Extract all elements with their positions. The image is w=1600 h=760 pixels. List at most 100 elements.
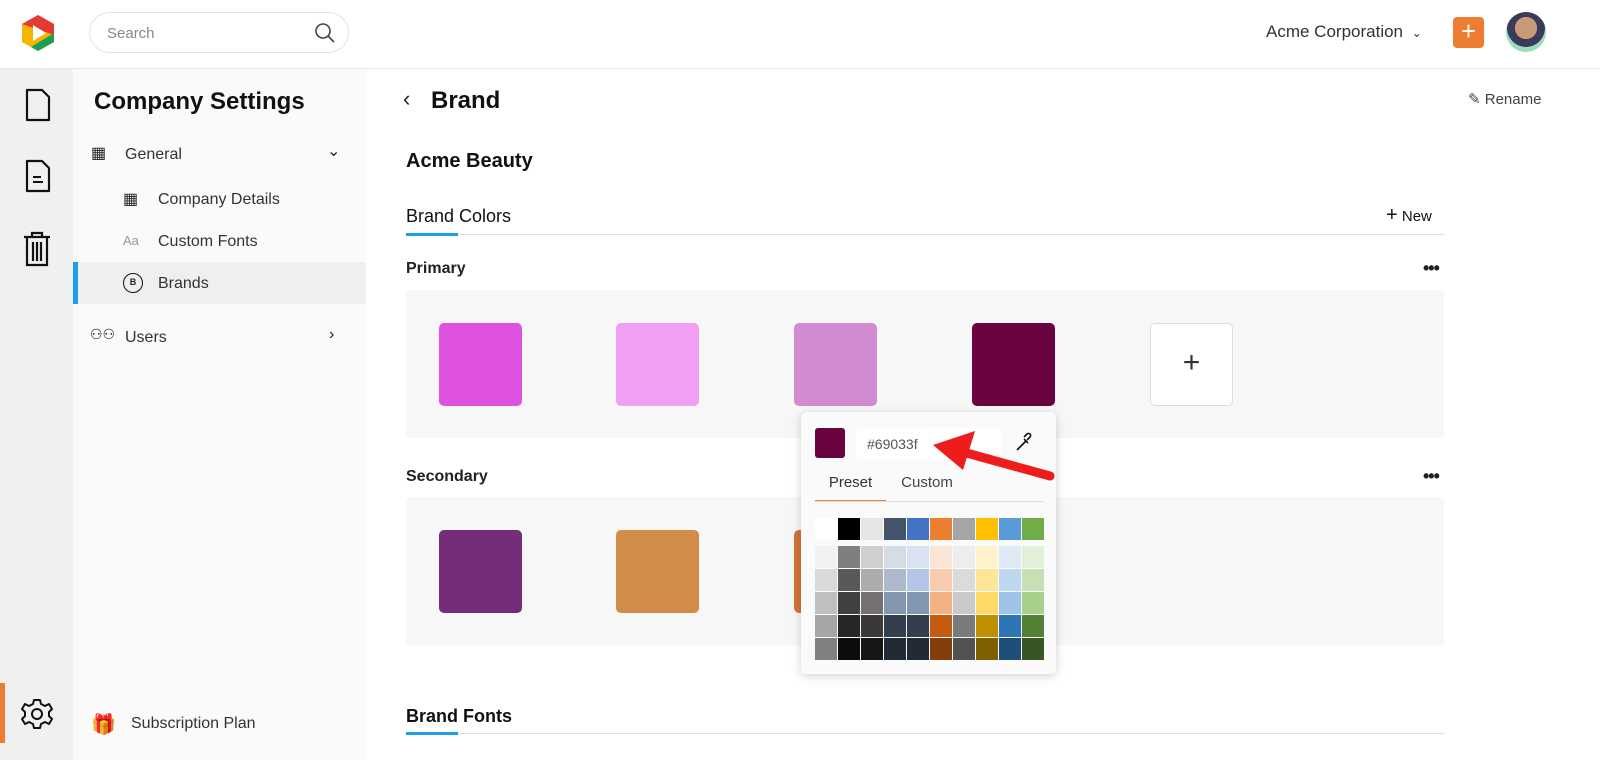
palette-shade[interactable] xyxy=(1022,615,1044,637)
palette-shade[interactable] xyxy=(930,638,952,660)
palette-shade[interactable] xyxy=(815,569,837,591)
palette-shade[interactable] xyxy=(976,615,998,637)
document-icon[interactable] xyxy=(24,88,52,122)
palette-shade[interactable] xyxy=(953,638,975,660)
palette-shade[interactable] xyxy=(907,546,929,568)
palette-color[interactable] xyxy=(907,518,929,540)
more-options-icon[interactable]: ••• xyxy=(1423,258,1440,279)
trash-icon[interactable] xyxy=(22,231,52,267)
search-input[interactable]: Search xyxy=(89,12,349,53)
settings-nav[interactable] xyxy=(0,683,73,743)
palette-shade[interactable] xyxy=(999,615,1021,637)
palette-shade[interactable] xyxy=(999,569,1021,591)
palette-shade[interactable] xyxy=(930,592,952,614)
avatar[interactable] xyxy=(1506,12,1546,52)
palette-shade[interactable] xyxy=(838,615,860,637)
palette-color[interactable] xyxy=(953,518,975,540)
palette-shade[interactable] xyxy=(907,615,929,637)
color-swatch[interactable] xyxy=(616,530,699,613)
palette-shade[interactable] xyxy=(907,638,929,660)
settings-sidebar: Company Settings ▦ General ⌄ ▦ Company D… xyxy=(73,69,366,760)
palette-shade[interactable] xyxy=(815,592,837,614)
palette-shade[interactable] xyxy=(861,638,883,660)
plus-icon: + xyxy=(1460,16,1477,46)
gift-icon: 🎁 xyxy=(91,714,116,736)
back-chevron-icon[interactable]: ‹ xyxy=(403,86,410,112)
palette-color[interactable] xyxy=(861,518,883,540)
palette-shade[interactable] xyxy=(976,592,998,614)
palette-shade[interactable] xyxy=(884,592,906,614)
palette-shade[interactable] xyxy=(861,615,883,637)
color-swatch[interactable] xyxy=(439,530,522,613)
template-icon[interactable] xyxy=(24,159,52,193)
palette-shade[interactable] xyxy=(976,638,998,660)
palette-shade[interactable] xyxy=(999,638,1021,660)
palette-shade[interactable] xyxy=(999,592,1021,614)
brand-colors-heading: Brand Colors xyxy=(406,206,512,226)
palette-shade[interactable] xyxy=(907,592,929,614)
palette-color[interactable] xyxy=(976,518,998,540)
palette-shade[interactable] xyxy=(1022,569,1044,591)
palette-shade[interactable] xyxy=(815,615,837,637)
app-logo[interactable] xyxy=(19,13,57,53)
palette-color[interactable] xyxy=(838,518,860,540)
gear-icon xyxy=(21,699,53,729)
add-color-button[interactable]: + xyxy=(1150,323,1233,406)
color-swatch[interactable] xyxy=(794,323,877,406)
rename-button[interactable]: ✎ Rename xyxy=(1468,90,1541,108)
new-color-group-button[interactable]: + New xyxy=(1386,204,1432,227)
plus-icon: + xyxy=(1386,204,1398,226)
palette-shade[interactable] xyxy=(1022,638,1044,660)
palette-shade[interactable] xyxy=(815,638,837,660)
palette-shade[interactable] xyxy=(884,615,906,637)
palette-shade[interactable] xyxy=(815,546,837,568)
palette-color[interactable] xyxy=(1022,518,1044,540)
palette-color[interactable] xyxy=(930,518,952,540)
icon-rail xyxy=(0,69,73,760)
palette-shade[interactable] xyxy=(953,569,975,591)
sidebar-item-brands[interactable]: B Brands xyxy=(73,262,366,304)
palette-shade[interactable] xyxy=(884,638,906,660)
palette-shade[interactable] xyxy=(838,592,860,614)
palette-shade[interactable] xyxy=(976,546,998,568)
palette-shade[interactable] xyxy=(953,615,975,637)
palette-shade[interactable] xyxy=(907,569,929,591)
palette-shade[interactable] xyxy=(838,638,860,660)
palette-shade[interactable] xyxy=(930,569,952,591)
sidebar-item-subscription[interactable]: 🎁 Subscription Plan xyxy=(73,705,366,745)
palette-shade[interactable] xyxy=(838,546,860,568)
color-swatch[interactable] xyxy=(616,323,699,406)
palette-shade[interactable] xyxy=(861,546,883,568)
section-accent xyxy=(406,732,458,735)
add-button[interactable]: + xyxy=(1453,17,1484,48)
palette-shade[interactable] xyxy=(930,546,952,568)
palette-shade[interactable] xyxy=(930,615,952,637)
palette-shade[interactable] xyxy=(953,592,975,614)
palette-color[interactable] xyxy=(815,518,837,540)
more-options-icon[interactable]: ••• xyxy=(1423,466,1440,487)
divider xyxy=(406,234,1444,235)
palette-shade[interactable] xyxy=(884,546,906,568)
tab-preset[interactable]: Preset xyxy=(815,474,886,502)
sidebar-item-custom-fonts[interactable]: Aa Custom Fonts xyxy=(73,221,366,261)
palette-shade[interactable] xyxy=(976,569,998,591)
users-icon: ⚇⚇ xyxy=(90,326,116,342)
palette-shade[interactable] xyxy=(953,546,975,568)
palette-shade[interactable] xyxy=(999,546,1021,568)
color-swatch[interactable] xyxy=(972,323,1055,406)
sidebar-item-company-details[interactable]: ▦ Company Details xyxy=(73,179,366,219)
brand-name: Acme Beauty xyxy=(406,150,533,172)
palette-shade[interactable] xyxy=(884,569,906,591)
palette-shade[interactable] xyxy=(838,569,860,591)
palette-shade[interactable] xyxy=(1022,546,1044,568)
current-color-preview xyxy=(815,428,845,458)
sidebar-item-general[interactable]: ▦ General ⌄ xyxy=(73,135,366,175)
palette-shade[interactable] xyxy=(861,592,883,614)
color-swatch[interactable] xyxy=(439,323,522,406)
organization-selector[interactable]: Acme Corporation ⌄ xyxy=(1266,22,1422,42)
palette-color[interactable] xyxy=(999,518,1021,540)
sidebar-item-users[interactable]: ⚇⚇ Users › xyxy=(73,317,366,357)
palette-shade[interactable] xyxy=(1022,592,1044,614)
palette-shade[interactable] xyxy=(861,569,883,591)
palette-color[interactable] xyxy=(884,518,906,540)
